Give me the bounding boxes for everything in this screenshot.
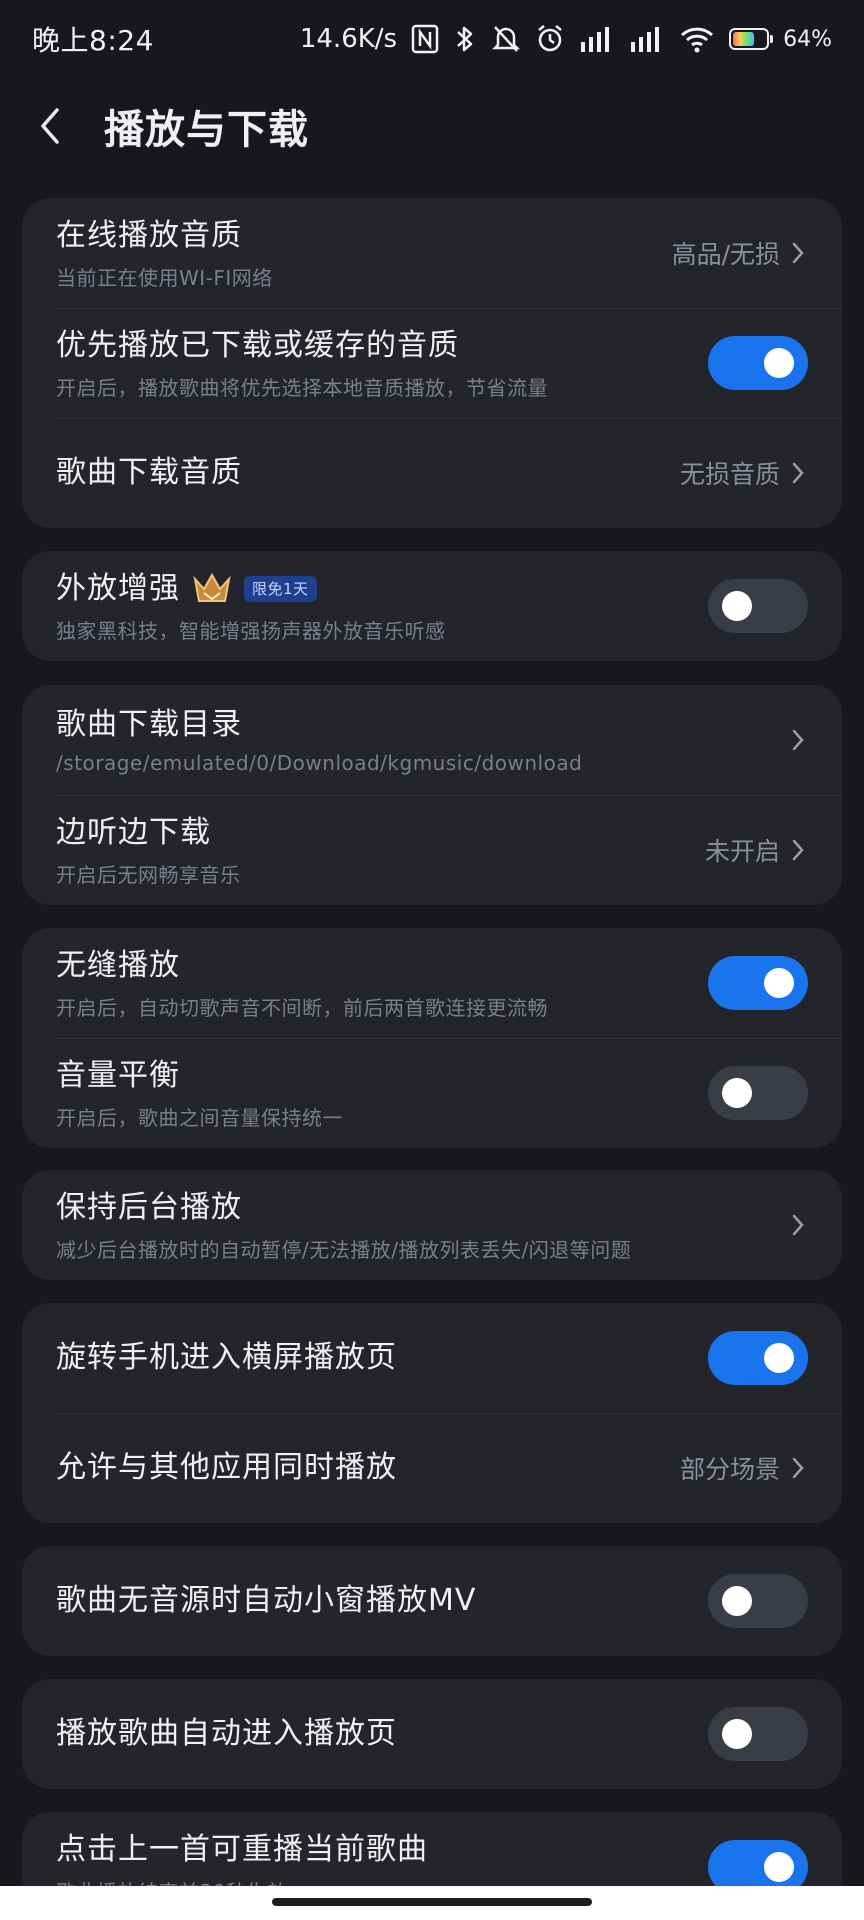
auto-enter-title: 播放歌曲自动进入播放页 [56, 1716, 397, 1751]
rotate-landscape-title: 旋转手机进入横屏播放页 [56, 1340, 397, 1375]
battery-icon [729, 28, 774, 50]
chevron-right-icon [788, 1453, 808, 1483]
download-dir-row[interactable]: 歌曲下载目录 /storage/emulated/0/Download/kgmu… [22, 685, 842, 795]
concurrent-play-value: 部分场景 [679, 1455, 780, 1484]
auto-enter-card: 播放歌曲自动进入播放页 [22, 1679, 842, 1789]
listen-download-sub: 开启后无网畅享音乐 [56, 862, 241, 887]
download-card: 歌曲下载目录 /storage/emulated/0/Download/kgmu… [22, 685, 842, 905]
screen: 晚上8:24 14.6K/s 64% 播放与下载 在线播放音质 当前正在使用WI… [0, 0, 864, 1920]
home-indicator[interactable] [272, 1898, 592, 1906]
background-card: 保持后台播放 减少后台播放时的自动暂停/无法播放/播放列表丢失/闪退等问题 [22, 1170, 842, 1280]
keep-background-title: 保持后台播放 [56, 1189, 242, 1225]
download-quality-value: 无损音质 [679, 460, 780, 489]
status-icons: 14.6K/s 64% [300, 22, 832, 56]
listen-download-title: 边听边下载 [56, 814, 211, 850]
prefer-cache-toggle[interactable] [708, 336, 808, 390]
quality-card: 在线播放音质 当前正在使用WI-FI网络 高品/无损 优先播放已下载或缓存的音质… [22, 198, 842, 528]
chevron-right-icon [788, 238, 808, 268]
playback-card: 无缝播放 开启后，自动切歌声音不间断，前后两首歌连接更流畅 音量平衡 开启后，歌… [22, 928, 842, 1148]
page-title: 播放与下载 [104, 107, 309, 153]
online-quality-sub: 当前正在使用WI-FI网络 [56, 265, 273, 290]
online-quality-value: 高品/无损 [671, 240, 780, 269]
concurrent-play-row[interactable]: 允许与其他应用同时播放 部分场景 [22, 1413, 842, 1523]
battery-percent: 64% [783, 26, 832, 52]
speaker-enhance-row: 外放增强 限免1天 独家黑科技，智能增强扬声器外放音乐听感 [22, 551, 842, 661]
free-trial-badge: 限免1天 [244, 575, 317, 602]
listen-download-row[interactable]: 边听边下载 开启后无网畅享音乐 未开启 [22, 795, 842, 905]
prefer-cache-row: 优先播放已下载或缓存的音质 开启后，播放歌曲将优先选择本地音质播放，节省流量 [22, 308, 842, 418]
gapless-row: 无缝播放 开启后，自动切歌声音不间断，前后两首歌连接更流畅 [22, 928, 842, 1038]
volume-balance-row: 音量平衡 开启后，歌曲之间音量保持统一 [22, 1038, 842, 1148]
concurrent-play-title: 允许与其他应用同时播放 [56, 1450, 397, 1485]
download-dir-path: /storage/emulated/0/Download/kgmusic/dow… [56, 751, 583, 775]
nfc-icon [411, 22, 439, 56]
prefer-cache-sub: 开启后，播放歌曲将优先选择本地音质播放，节省流量 [56, 375, 548, 400]
auto-enter-toggle[interactable] [708, 1707, 808, 1761]
volume-balance-toggle[interactable] [708, 1066, 808, 1120]
replay-title: 点击上一首可重播当前歌曲 [56, 1831, 428, 1867]
listen-download-value: 未开启 [704, 837, 780, 866]
auto-mv-title: 歌曲无音源时自动小窗播放MV [56, 1583, 477, 1618]
signal-hd-icon-2 [629, 22, 665, 56]
status-time: 晚上8:24 [32, 24, 154, 57]
prefer-cache-title: 优先播放已下载或缓存的音质 [56, 327, 459, 363]
online-quality-title: 在线播放音质 [56, 217, 242, 253]
rotate-card: 旋转手机进入横屏播放页 允许与其他应用同时播放 部分场景 [22, 1303, 842, 1523]
gapless-sub: 开启后，自动切歌声音不间断，前后两首歌连接更流畅 [56, 995, 548, 1020]
online-quality-row[interactable]: 在线播放音质 当前正在使用WI-FI网络 高品/无损 [22, 198, 842, 308]
keep-background-row[interactable]: 保持后台播放 减少后台播放时的自动暂停/无法播放/播放列表丢失/闪退等问题 [22, 1170, 842, 1280]
speaker-enhance-toggle[interactable] [708, 579, 808, 633]
download-quality-row[interactable]: 歌曲下载音质 无损音质 [22, 418, 842, 528]
bluetooth-icon [453, 22, 477, 56]
auto-mv-toggle[interactable] [708, 1574, 808, 1628]
crown-icon [192, 571, 232, 607]
chevron-left-icon [41, 108, 59, 144]
keep-background-sub: 减少后台播放时的自动暂停/无法播放/播放列表丢失/闪退等问题 [56, 1237, 632, 1262]
auto-enter-row: 播放歌曲自动进入播放页 [22, 1679, 842, 1789]
chevron-right-icon [788, 1210, 808, 1240]
status-bar: 晚上8:24 14.6K/s 64% [0, 0, 864, 78]
alarm-icon [535, 22, 565, 56]
speaker-enhance-title: 外放增强 [56, 570, 180, 606]
gapless-toggle[interactable] [708, 956, 808, 1010]
chevron-right-icon [788, 458, 808, 488]
chevron-right-icon [788, 835, 808, 865]
network-speed: 14.6K/s [299, 24, 398, 54]
mute-bell-icon [491, 22, 521, 56]
enhance-card: 外放增强 限免1天 独家黑科技，智能增强扬声器外放音乐听感 [22, 551, 842, 661]
mv-card: 歌曲无音源时自动小窗播放MV [22, 1546, 842, 1656]
back-button[interactable] [14, 90, 86, 162]
wifi-icon [679, 22, 715, 56]
rotate-landscape-row: 旋转手机进入横屏播放页 [22, 1303, 842, 1413]
volume-balance-sub: 开启后，歌曲之间音量保持统一 [56, 1105, 343, 1130]
header: 播放与下载 [0, 88, 864, 164]
gapless-title: 无缝播放 [56, 947, 180, 983]
rotate-landscape-toggle[interactable] [708, 1331, 808, 1385]
speaker-enhance-sub: 独家黑科技，智能增强扬声器外放音乐听感 [56, 618, 446, 643]
volume-balance-title: 音量平衡 [56, 1057, 180, 1093]
download-quality-title: 歌曲下载音质 [56, 455, 242, 490]
signal-hd-icon [579, 22, 615, 56]
download-dir-title: 歌曲下载目录 [56, 707, 242, 742]
auto-mv-row: 歌曲无音源时自动小窗播放MV [22, 1546, 842, 1656]
chevron-right-icon [788, 725, 808, 755]
